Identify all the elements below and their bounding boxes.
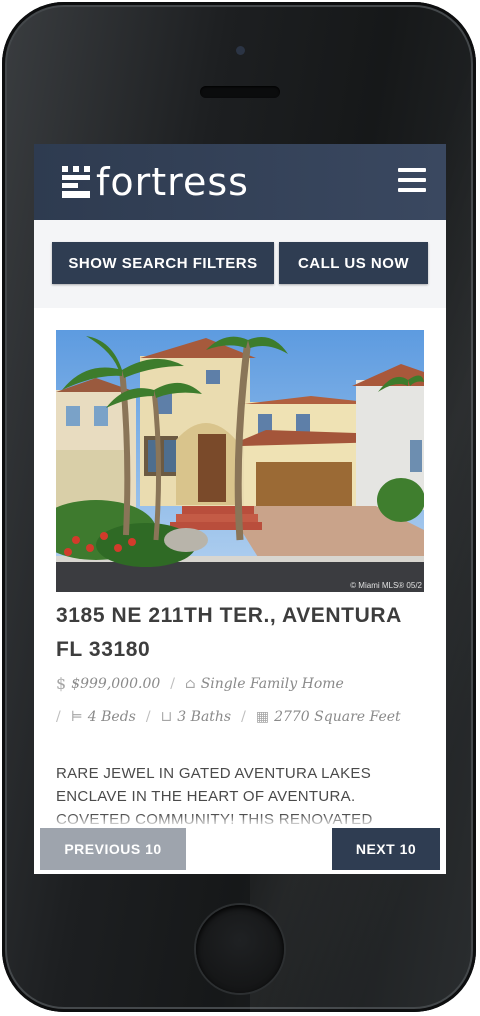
separator: /	[241, 709, 246, 725]
action-bar: SHOW SEARCH FILTERS CALL US NOW	[34, 220, 446, 308]
castle-logo-icon	[62, 166, 90, 198]
listing-price: $999,000.00	[71, 675, 161, 692]
square-feet: 2770 Square Feet	[274, 709, 401, 725]
listing-meta-row-1: $ $999,000.00 / ⌂ Single Family Home	[56, 674, 344, 693]
listing-meta-row-2: / ⊨ 4 Beds / ⊔ 3 Baths / ▦ 2770 Square F…	[56, 709, 401, 725]
hamburger-menu-icon[interactable]	[398, 168, 426, 194]
house-photo-illustration	[56, 330, 424, 592]
address-line-2: FL 33180	[56, 638, 151, 661]
property-type: Single Family Home	[200, 675, 344, 692]
beds-count: 4 Beds	[87, 709, 136, 725]
pagination-bar: PREVIOUS 10 NEXT 10	[34, 824, 446, 874]
floorplan-icon: ▦	[255, 709, 270, 725]
logo-wordmark: fortress	[96, 160, 249, 204]
front-camera	[236, 46, 245, 55]
separator: /	[170, 675, 175, 692]
logo[interactable]: fortress	[62, 162, 249, 202]
earpiece-speaker	[200, 86, 280, 98]
separator: /	[56, 709, 61, 725]
bathtub-icon: ⊔	[160, 709, 173, 725]
app-header: fortress	[34, 144, 446, 220]
listing-photo[interactable]: © Miami MLS® 05/2	[56, 330, 424, 592]
photo-credit: © Miami MLS® 05/2	[350, 581, 422, 590]
previous-10-button[interactable]: PREVIOUS 10	[40, 828, 186, 870]
app-screen: fortress SHOW SEARCH FILTERS CALL US NOW	[34, 144, 446, 874]
baths-count: 3 Baths	[177, 709, 232, 725]
bed-icon: ⊨	[70, 709, 83, 725]
home-button[interactable]	[196, 905, 284, 993]
dollar-icon: $	[56, 674, 67, 693]
call-us-now-button[interactable]: CALL US NOW	[279, 242, 428, 284]
house-icon: ⌂	[184, 675, 196, 692]
separator: /	[145, 709, 151, 725]
address-line-1: 3185 NE 211TH TER., AVENTURA	[56, 604, 402, 627]
show-search-filters-button[interactable]: SHOW SEARCH FILTERS	[52, 242, 274, 284]
listing-address[interactable]: 3185 NE 211TH TER., AVENTURA FL 33180	[56, 599, 426, 667]
next-10-button[interactable]: NEXT 10	[332, 828, 440, 870]
